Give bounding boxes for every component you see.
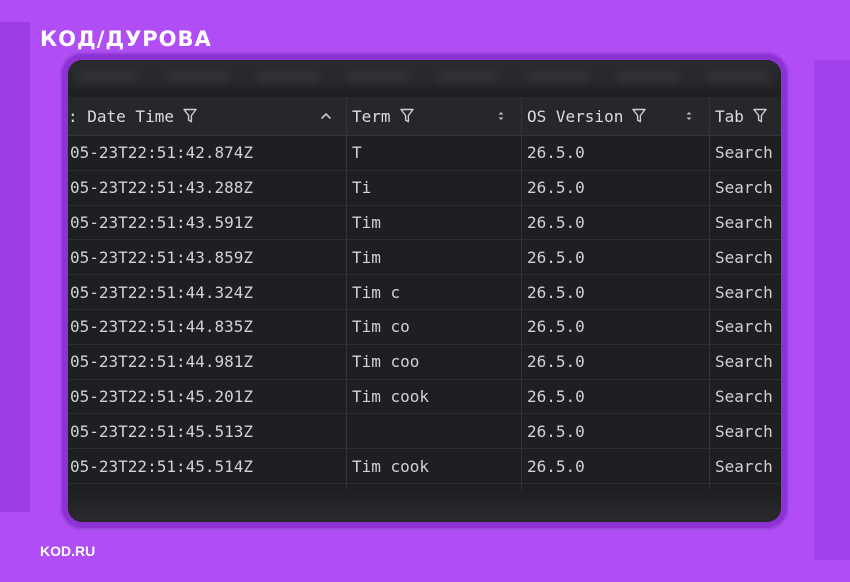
filter-icon[interactable] [399, 108, 414, 124]
cell-tab: Search [715, 247, 773, 267]
cell-term: Tim cook [352, 386, 430, 406]
table-window: : Date Time Term OS Version Tab 05-23T22… [68, 60, 781, 522]
table-row[interactable]: 05-23T22:51:44.324Z Tim c 26.5.0 Search [68, 275, 781, 310]
blurred-status-bar [68, 490, 781, 522]
blurred-toolbar [68, 60, 781, 97]
cell-tab: Search [715, 212, 773, 232]
cell-term: Tim [352, 212, 381, 232]
cell-datetime: 05-23T22:51:45.201Z [70, 386, 254, 406]
column-divider[interactable] [709, 97, 710, 497]
cell-os-version: 26.5.0 [527, 421, 585, 441]
column-header-label: OS Version [527, 106, 624, 126]
decorative-block-left [0, 22, 30, 512]
cell-tab: Search [715, 317, 773, 337]
cell-datetime: 05-23T22:51:45.513Z [70, 421, 254, 441]
cell-datetime: 05-23T22:51:44.324Z [70, 282, 254, 302]
cell-term: Ti [352, 178, 372, 198]
cell-tab: Search [715, 282, 773, 302]
table-row[interactable]: 05-23T22:51:42.874Z T 26.5.0 Search [68, 136, 781, 171]
cell-term: Tim c [352, 282, 401, 302]
cell-os-version: 26.5.0 [527, 386, 585, 406]
column-header-term[interactable]: Term [346, 97, 521, 135]
sort-updown-icon[interactable] [683, 107, 695, 125]
cell-datetime: 05-23T22:51:42.874Z [70, 143, 254, 163]
column-header-label: : Date Time [68, 106, 174, 126]
filter-icon[interactable] [183, 108, 197, 124]
cell-tab: Search [715, 386, 773, 406]
column-header-label: Tab [715, 106, 744, 126]
cell-term: Tim [352, 247, 381, 267]
cell-datetime: 05-23T22:51:44.835Z [70, 317, 254, 337]
table-row[interactable]: 05-23T22:51:45.201Z Tim cook 26.5.0 Search [68, 380, 781, 415]
chevron-up-icon[interactable] [320, 107, 332, 125]
cell-datetime: 05-23T22:51:44.981Z [70, 352, 254, 372]
table-row[interactable]: 05-23T22:51:45.514Z Tim cook 26.5.0 Search [68, 449, 781, 484]
cell-os-version: 26.5.0 [527, 352, 585, 372]
cell-os-version: 26.5.0 [527, 282, 585, 302]
cell-term: T [352, 143, 362, 163]
filter-icon[interactable] [753, 108, 767, 124]
brand-logo: КОД/ДУРОВА [40, 27, 212, 51]
table-row[interactable]: 05-23T22:51:43.859Z Tim 26.5.0 Search [68, 240, 781, 276]
column-header-tab[interactable]: Tab [709, 97, 781, 135]
table-row[interactable]: 05-23T22:51:44.835Z Tim co 26.5.0 Search [68, 310, 781, 345]
table-header: : Date Time Term OS Version Tab [68, 97, 781, 136]
filter-icon[interactable] [632, 108, 647, 124]
cell-os-version: 26.5.0 [527, 212, 585, 232]
decorative-block-right [814, 60, 850, 560]
cell-tab: Search [715, 421, 773, 441]
cell-os-version: 26.5.0 [527, 247, 585, 267]
cell-term: Tim cook [352, 456, 430, 476]
footer-site-label: KOD.RU [40, 543, 96, 559]
cell-os-version: 26.5.0 [527, 456, 585, 476]
column-header-os-version[interactable]: OS Version [521, 97, 709, 135]
cell-term: Tim coo [352, 352, 420, 372]
cell-os-version: 26.5.0 [527, 178, 585, 198]
page: КОД/ДУРОВА : Date Time Term OS Version T… [0, 0, 850, 582]
cell-datetime: 05-23T22:51:45.514Z [70, 456, 254, 476]
cell-tab: Search [715, 178, 773, 198]
cell-os-version: 26.5.0 [527, 143, 585, 163]
column-divider[interactable] [346, 97, 347, 497]
table-row[interactable]: 05-23T22:51:43.591Z Tim 26.5.0 Search [68, 206, 781, 241]
cell-tab: Search [715, 143, 773, 163]
column-header-datetime[interactable]: : Date Time [68, 97, 346, 135]
cell-datetime: 05-23T22:51:43.288Z [70, 178, 254, 198]
cell-tab: Search [715, 352, 773, 372]
cell-os-version: 26.5.0 [527, 317, 585, 337]
column-header-label: Term [352, 106, 391, 126]
cell-datetime: 05-23T22:51:43.591Z [70, 212, 254, 232]
cell-tab: Search [715, 456, 773, 476]
table-row[interactable]: 05-23T22:51:43.288Z Ti 26.5.0 Search [68, 171, 781, 206]
table-row[interactable]: 05-23T22:51:45.513Z 26.5.0 Search [68, 414, 781, 450]
table-row[interactable]: 05-23T22:51:44.981Z Tim coo 26.5.0 Search [68, 345, 781, 380]
column-divider[interactable] [521, 97, 522, 497]
cell-term: Tim co [352, 317, 410, 337]
cell-datetime: 05-23T22:51:43.859Z [70, 247, 254, 267]
sort-updown-icon[interactable] [495, 107, 507, 125]
